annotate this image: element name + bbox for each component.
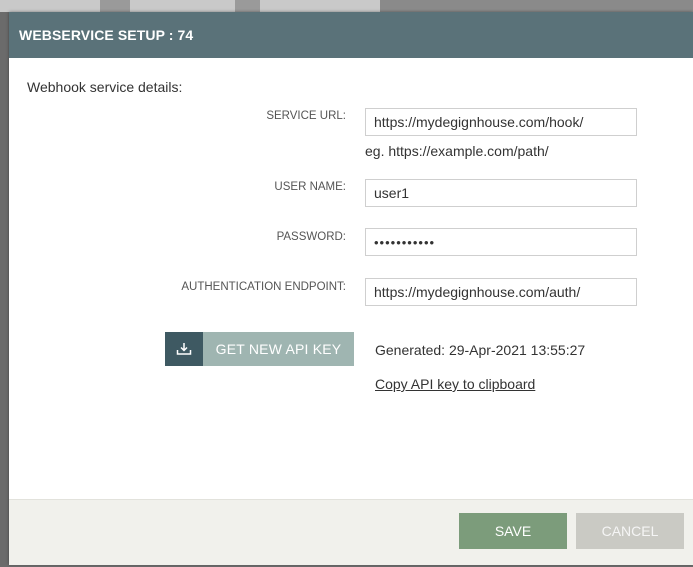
auth-endpoint-label: AUTHENTICATION ENDPOINT: — [181, 281, 346, 293]
background-blur-block — [100, 0, 130, 12]
get-new-api-key-button[interactable]: GET NEW API KEY — [165, 332, 354, 366]
cancel-button[interactable]: CANCEL — [576, 513, 684, 549]
background-blur-block — [235, 0, 260, 12]
user-name-input[interactable] — [365, 179, 637, 207]
background-blur-block — [380, 0, 693, 12]
auth-endpoint-input[interactable] — [365, 278, 637, 306]
service-url-hint: eg. https://example.com/path/ — [365, 143, 549, 159]
download-icon — [165, 332, 203, 366]
password-label: PASSWORD: — [276, 231, 346, 243]
password-input[interactable] — [365, 228, 637, 256]
service-url-input[interactable] — [365, 108, 637, 136]
webservice-setup-dialog: WEBSERVICE SETUP : 74 Webhook service de… — [9, 12, 693, 565]
background-app-strip — [0, 0, 693, 12]
user-name-label: USER NAME: — [274, 181, 346, 193]
service-url-label: SERVICE URL: — [266, 110, 346, 122]
section-subtitle: Webhook service details: — [27, 79, 183, 95]
get-new-api-key-label: GET NEW API KEY — [203, 332, 354, 366]
dialog-footer: SAVE CANCEL — [9, 499, 693, 565]
api-key-generated-text: Generated: 29-Apr-2021 13:55:27 — [375, 342, 586, 358]
dialog-title: WEBSERVICE SETUP : 74 — [9, 12, 693, 58]
save-button[interactable]: SAVE — [459, 513, 567, 549]
copy-api-key-link[interactable]: Copy API key to clipboard — [375, 376, 535, 392]
